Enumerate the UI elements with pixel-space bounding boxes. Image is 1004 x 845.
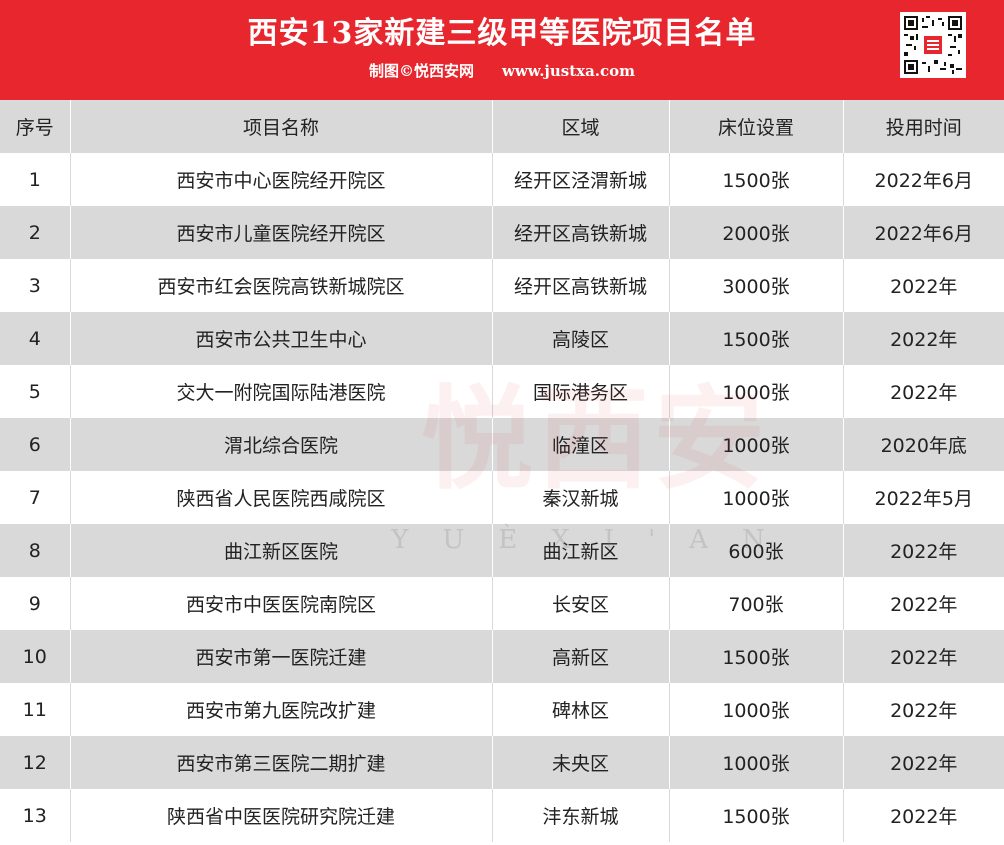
row-index: 6 [28, 433, 41, 456]
row-index: 9 [28, 592, 41, 615]
row-project-name: 渭北综合医院 [69, 418, 492, 471]
table-row: 7 陕西省人民医院西咸院区 秦汉新城 1000张 2022年5月 [0, 471, 1004, 524]
qr-code-icon[interactable] [900, 12, 966, 78]
row-index: 12 [22, 751, 47, 774]
row-district: 未央区 [491, 736, 669, 789]
row-beds: 1500张 [668, 153, 843, 206]
table-row: 6 渭北综合医院 临潼区 1000张 2020年底 [0, 418, 1004, 471]
header-project-name: 项目名称 [69, 100, 492, 153]
row-index: 1 [28, 168, 41, 191]
table-header-row: 序号 项目名称 区域 床位设置 投用时间 [0, 100, 1004, 153]
banner-subtitle: 制图©悦西安网 www.justxa.com [0, 60, 1004, 82]
row-project-name: 曲江新区医院 [69, 524, 492, 577]
row-district: 曲江新区 [491, 524, 669, 577]
row-index: 11 [22, 698, 47, 721]
row-beds: 1000张 [668, 365, 843, 418]
row-beds: 2000张 [668, 206, 843, 259]
row-index: 10 [22, 645, 47, 668]
row-district: 经开区高铁新城 [491, 259, 669, 312]
table-row: 1 西安市中心医院经开院区 经开区泾渭新城 1500张 2022年6月 [0, 153, 1004, 206]
row-project-name: 西安市儿童医院经开院区 [69, 206, 492, 259]
row-open-date: 2022年 [842, 630, 1004, 683]
row-beds: 1000张 [668, 683, 843, 736]
row-district: 秦汉新城 [491, 471, 669, 524]
header-district: 区域 [491, 100, 669, 153]
hospital-table: 序号 项目名称 区域 床位设置 投用时间 1 西安市中心医院经开院区 经开区泾渭新城… [0, 100, 1004, 842]
header-beds: 床位设置 [668, 100, 843, 153]
row-district: 经开区泾渭新城 [491, 153, 669, 206]
row-project-name: 西安市第一医院迁建 [69, 630, 492, 683]
row-index: 5 [28, 380, 41, 403]
row-beds: 1000张 [668, 736, 843, 789]
row-open-date: 2022年 [842, 736, 1004, 789]
row-project-name: 西安市红会医院高铁新城院区 [69, 259, 492, 312]
row-project-name: 陕西省中医医院研究院迁建 [69, 789, 492, 842]
row-district: 沣东新城 [491, 789, 669, 842]
table-row: 8 曲江新区医院 曲江新区 600张 2022年 [0, 524, 1004, 577]
row-district: 高新区 [491, 630, 669, 683]
header-open-date: 投用时间 [842, 100, 1004, 153]
row-index: 3 [28, 274, 41, 297]
row-beds: 3000张 [668, 259, 843, 312]
row-project-name: 交大一附院国际陆港医院 [69, 365, 492, 418]
header-index: 序号 [15, 117, 54, 139]
row-district: 长安区 [491, 577, 669, 630]
row-district: 经开区高铁新城 [491, 206, 669, 259]
row-beds: 1000张 [668, 418, 843, 471]
credit-text: 制图©悦西安网 [368, 62, 474, 80]
table-row: 13 陕西省中医医院研究院迁建 沣东新城 1500张 2022年 [0, 789, 1004, 842]
row-project-name: 西安市中心医院经开院区 [69, 153, 492, 206]
table-row: 3 西安市红会医院高铁新城院区 经开区高铁新城 3000张 2022年 [0, 259, 1004, 312]
row-index: 8 [28, 539, 41, 562]
row-open-date: 2022年 [842, 259, 1004, 312]
row-index: 7 [28, 486, 41, 509]
row-beds: 700张 [668, 577, 843, 630]
page-title: 西安13家新建三级甲等医院项目名单 [247, 16, 757, 51]
row-open-date: 2022年6月 [842, 153, 1004, 206]
row-open-date: 2022年 [842, 683, 1004, 736]
table-row: 9 西安市中医医院南院区 长安区 700张 2022年 [0, 577, 1004, 630]
row-open-date: 2022年 [842, 524, 1004, 577]
row-open-date: 2022年5月 [842, 471, 1004, 524]
row-beds: 1500张 [668, 630, 843, 683]
table-row: 11 西安市第九医院改扩建 碑林区 1000张 2022年 [0, 683, 1004, 736]
table-row: 12 西安市第三医院二期扩建 未央区 1000张 2022年 [0, 736, 1004, 789]
row-district: 碑林区 [491, 683, 669, 736]
row-open-date: 2022年 [842, 312, 1004, 365]
row-district: 国际港务区 [491, 365, 669, 418]
table-row: 4 西安市公共卫生中心 高陵区 1500张 2022年 [0, 312, 1004, 365]
row-project-name: 西安市中医医院南院区 [69, 577, 492, 630]
row-district: 临潼区 [491, 418, 669, 471]
row-open-date: 2022年 [842, 365, 1004, 418]
table-row: 2 西安市儿童医院经开院区 经开区高铁新城 2000张 2022年6月 [0, 206, 1004, 259]
row-project-name: 陕西省人民医院西咸院区 [69, 471, 492, 524]
row-beds: 1500张 [668, 312, 843, 365]
row-index: 2 [28, 221, 41, 244]
website-link[interactable]: www.justxa.com [502, 62, 635, 80]
row-index: 4 [28, 327, 41, 350]
row-index: 13 [22, 804, 47, 827]
row-open-date: 2022年 [842, 789, 1004, 842]
row-beds: 1000张 [668, 471, 843, 524]
row-open-date: 2020年底 [842, 418, 1004, 471]
row-district: 高陵区 [491, 312, 669, 365]
row-beds: 600张 [668, 524, 843, 577]
title-banner: 西安13家新建三级甲等医院项目名单 制图©悦西安网 www.justxa.com [0, 0, 1004, 100]
row-beds: 1500张 [668, 789, 843, 842]
row-project-name: 西安市第三医院二期扩建 [69, 736, 492, 789]
row-open-date: 2022年6月 [842, 206, 1004, 259]
table-row: 5 交大一附院国际陆港医院 国际港务区 1000张 2022年 [0, 365, 1004, 418]
row-project-name: 西安市公共卫生中心 [69, 312, 492, 365]
row-project-name: 西安市第九医院改扩建 [69, 683, 492, 736]
table-row: 10 西安市第一医院迁建 高新区 1500张 2022年 [0, 630, 1004, 683]
row-open-date: 2022年 [842, 577, 1004, 630]
